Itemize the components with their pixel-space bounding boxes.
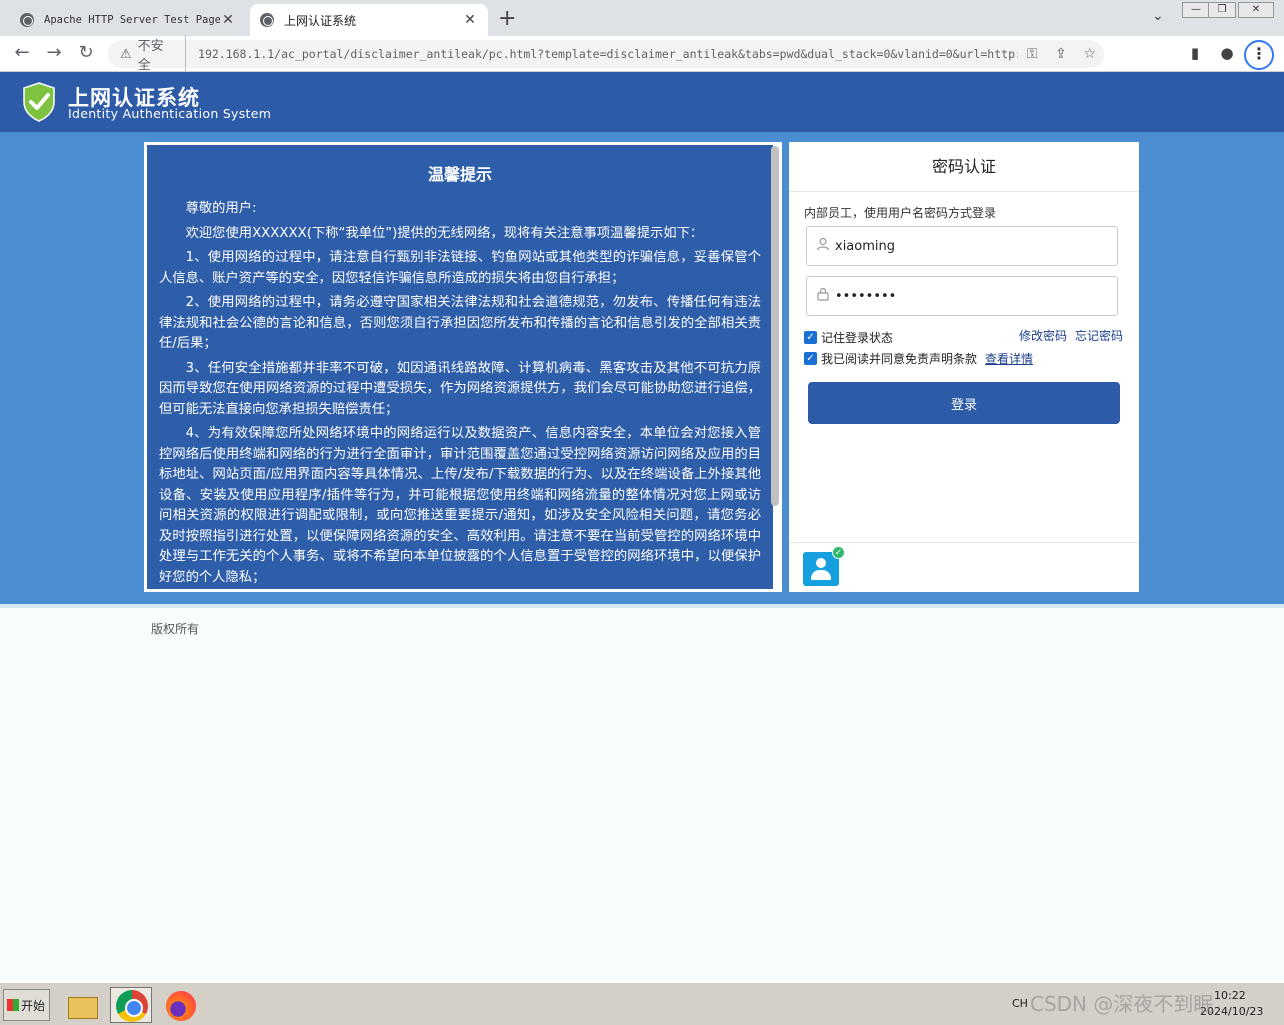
chrome-taskbar-button[interactable] <box>110 987 152 1023</box>
address-toolbar: ← → ↻ ⚠ 不安全 192.168.1.1/ac_portal/discla… <box>0 35 1284 73</box>
explorer-taskbar-button[interactable] <box>62 987 104 1023</box>
disclaimer-paragraph: 3、任何安全措施都并非率不可破，如因通讯线路故障、计算机病毒、黑客攻击及其他不可… <box>159 360 761 417</box>
disclaimer-content[interactable]: 温馨提示 尊敬的用户: 欢迎您使用XXXXXX(下称“我单位”)提供的无线网络，… <box>147 145 773 589</box>
tab-title: 上网认证系统 <box>284 13 357 28</box>
language-indicator[interactable]: CH <box>1012 997 1028 1010</box>
menu-icon[interactable]: ⋮ <box>1244 40 1274 70</box>
remember-label: 记住登录状态 <box>821 331 894 345</box>
copyright-text: 版权所有 <box>151 622 200 636</box>
remember-checkbox-row[interactable]: ✓ 记住登录状态 <box>804 329 893 346</box>
username-field[interactable] <box>806 226 1118 266</box>
restore-button[interactable]: ❐ <box>1208 2 1236 18</box>
login-button[interactable]: 登录 <box>808 382 1120 424</box>
band-divider <box>0 604 1284 608</box>
agree-label: 我已阅读并同意免责声明条款 <box>821 352 978 366</box>
user-icon <box>815 237 831 255</box>
key-icon[interactable]: ⚿ <box>1018 46 1047 62</box>
disclaimer-title: 温馨提示 <box>427 165 492 184</box>
disclaimer-paragraph: 尊敬的用户: <box>185 201 257 216</box>
tab-apache[interactable]: Apache HTTP Server Test Page ✕ <box>10 4 246 36</box>
profile-icon[interactable]: ● <box>1216 44 1238 62</box>
disclaimer-paragraph: 2、使用网络的过程中，请务必遵守国家相关法律法规和社会道德规范，勿发布、传播任何… <box>159 295 761 351</box>
globe-icon <box>260 13 274 27</box>
firefox-taskbar-button[interactable] <box>160 987 202 1023</box>
password-field[interactable] <box>806 276 1118 316</box>
share-icon[interactable]: ⇪ <box>1047 46 1076 62</box>
start-label: 开始 <box>21 998 46 1013</box>
disclaimer-scrollbar[interactable] <box>771 146 779 506</box>
star-icon[interactable]: ☆ <box>1075 46 1104 62</box>
forgot-password-link[interactable]: 忘记密码 <box>1075 327 1123 344</box>
start-button[interactable]: 开始 <box>3 989 50 1021</box>
tab-auth[interactable]: 上网认证系统 ✕ <box>250 4 488 36</box>
windows-icon <box>7 999 19 1011</box>
view-details-link[interactable]: 查看详情 <box>985 350 1033 367</box>
disclaimer-paragraph: 4、为有效保障您所处网络环境中的网络运行以及数据资产、信息内容安全，本单位会对您… <box>159 426 761 585</box>
page-header: 上网认证系统 Identity Authentication System <box>0 72 1284 132</box>
lock-icon <box>815 287 831 305</box>
remember-checkbox[interactable]: ✓ <box>804 331 817 344</box>
omnibox[interactable]: ⚠ 不安全 192.168.1.1/ac_portal/disclaimer_a… <box>108 35 1104 73</box>
chevron-down-icon[interactable]: ⌄ <box>1152 8 1164 24</box>
watermark-text: CSDN @深夜不到眠 <box>1030 992 1214 1016</box>
chrome-icon <box>116 990 148 1022</box>
login-footer-divider <box>789 542 1139 543</box>
username-input[interactable] <box>835 238 1115 254</box>
browser-tabbar: Apache HTTP Server Test Page ✕ 上网认证系统 ✕ … <box>0 0 1284 36</box>
agree-checkbox[interactable]: ✓ <box>804 352 817 365</box>
password-input[interactable] <box>835 288 1115 304</box>
login-description: 内部员工，使用用户名密码方式登录 <box>804 206 997 220</box>
close-icon[interactable]: ✕ <box>462 12 478 28</box>
disclaimer-panel[interactable]: 温馨提示 尊敬的用户: 欢迎您使用XXXXXX(下称“我单位”)提供的无线网络，… <box>144 142 782 592</box>
minimize-button[interactable]: — <box>1182 2 1210 18</box>
warning-icon: ⚠ <box>120 46 132 62</box>
system-subtitle: Identity Authentication System <box>68 106 272 121</box>
close-icon[interactable]: ✕ <box>220 12 236 28</box>
login-title: 密码认证 <box>789 142 1139 192</box>
tab-title: Apache HTTP Server Test Page <box>44 14 220 26</box>
back-button[interactable]: ← <box>10 42 34 63</box>
clock-time[interactable]: 10:22 <box>1214 989 1246 1002</box>
user-verified-icon[interactable]: ✓ <box>803 546 845 586</box>
url-text[interactable]: 192.168.1.1/ac_portal/disclaimer_antilea… <box>198 47 1018 61</box>
insecure-label[interactable]: 不安全 <box>138 35 187 73</box>
window-close-button[interactable]: ✕ <box>1238 2 1274 18</box>
new-tab-button[interactable]: + <box>498 6 516 31</box>
forward-button[interactable]: → <box>42 42 66 63</box>
disclaimer-paragraph: 1、使用网络的过程中，请注意自行甄别非法链接、钓鱼网站或其他类型的诈骗信息，妥善… <box>159 250 761 286</box>
sidepanel-icon[interactable]: ▮ <box>1184 44 1206 62</box>
globe-icon <box>20 13 34 27</box>
agree-checkbox-row[interactable]: ✓ 我已阅读并同意免责声明条款 查看详情 <box>804 350 1033 367</box>
change-password-link[interactable]: 修改密码 <box>1019 327 1067 344</box>
check-icon: ✓ <box>832 546 845 559</box>
login-panel: 密码认证 内部员工，使用用户名密码方式登录 ✓ 记住登录状态 修改密码 忘记密码… <box>789 142 1139 592</box>
shield-icon <box>23 82 55 122</box>
disclaimer-paragraph: 欢迎您使用XXXXXX(下称“我单位”)提供的无线网络，现将有关注意事项温馨提示… <box>185 225 704 241</box>
folder-icon <box>68 997 98 1019</box>
reload-button[interactable]: ↻ <box>74 42 98 63</box>
firefox-icon <box>166 991 196 1021</box>
